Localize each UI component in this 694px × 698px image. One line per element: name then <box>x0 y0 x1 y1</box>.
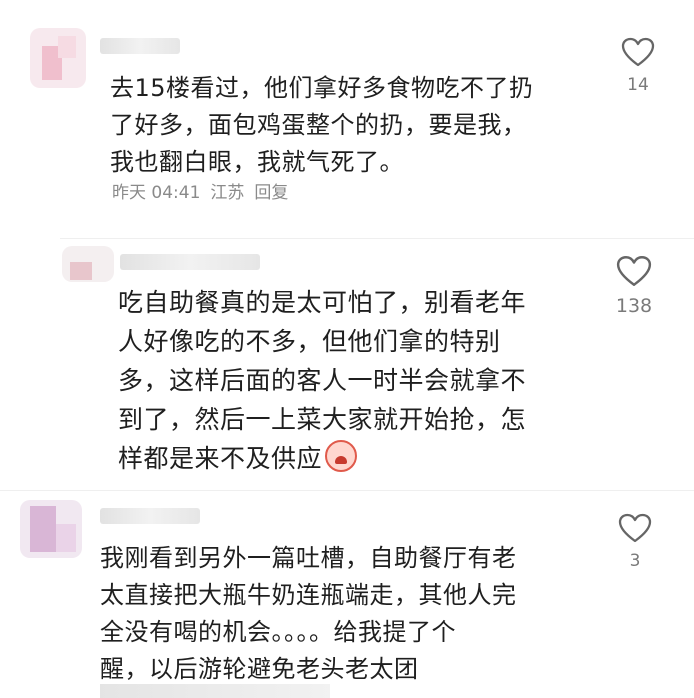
comment-line: 了好多，面包鸡蛋整个的扔，要是我， <box>110 111 527 139</box>
like-count: 14 <box>627 75 649 95</box>
comment-text: 我刚看到另外一篇吐槽，自助餐厅有老 太直接把大瓶牛奶连瓶端走，其他人完 全没有喝… <box>100 540 600 688</box>
comment-location: 江苏 <box>210 183 245 203</box>
like-button[interactable]: 138 <box>604 255 664 317</box>
heart-outline-icon <box>621 37 655 67</box>
heart-outline-icon <box>616 256 652 286</box>
like-count: 3 <box>629 551 641 571</box>
comment-text: 去15楼看过，他们拿好多食物吃不了扔 了好多，面包鸡蛋整个的扔，要是我， 我也翻… <box>110 70 570 181</box>
username-blurred[interactable] <box>100 38 180 54</box>
comment-line: 样都是来不及供应 <box>118 439 588 478</box>
avatar[interactable] <box>30 28 86 88</box>
username-blurred[interactable] <box>100 508 200 524</box>
avatar[interactable] <box>20 500 82 558</box>
comment-meta: 昨天 04:41 江苏 回复 <box>112 178 298 203</box>
comment-line: 多，这样后面的客人一时半会就拿不 <box>118 366 527 395</box>
comment-line: 醒，以后游轮避免老头老太团 <box>100 655 419 683</box>
comment-line: 吃自助餐真的是太可怕了，别看老年 <box>118 288 527 317</box>
comment-line: 我也翻白眼，我就气死了。 <box>110 148 404 176</box>
like-count: 138 <box>615 295 653 317</box>
heart-outline-icon <box>618 513 652 543</box>
avatar[interactable] <box>62 246 114 282</box>
comment-line: 我刚看到另外一篇吐槽，自助餐厅有老 <box>100 544 517 572</box>
comment-line: 全没有喝的机会。。。。给我提了个 <box>100 618 456 646</box>
like-button[interactable]: 3 <box>605 513 665 571</box>
comment-time: 昨天 04:41 <box>112 183 201 203</box>
comment-line: 去15楼看过，他们拿好多食物吃不了扔 <box>110 74 534 102</box>
comment-line: 太直接把大瓶牛奶连瓶端走，其他人完 <box>100 581 517 609</box>
comment-text: 吃自助餐真的是太可怕了，别看老年 人好像吃的不多，但他们拿的特别 多，这样后面的… <box>118 283 588 478</box>
comment-line: 到了，然后一上菜大家就开始抢，怎 <box>118 405 527 434</box>
divider <box>60 238 694 239</box>
comment-item: 吃自助餐真的是太可怕了，别看老年 人好像吃的不多，但他们拿的特别 多，这样后面的… <box>0 240 694 490</box>
like-button[interactable]: 14 <box>608 37 668 95</box>
comment-item: 去15楼看过，他们拿好多食物吃不了扔 了好多，面包鸡蛋整个的扔，要是我， 我也翻… <box>0 0 694 235</box>
comment-item: 我刚看到另外一篇吐槽，自助餐厅有老 太直接把大瓶牛奶连瓶端走，其他人完 全没有喝… <box>0 490 694 694</box>
comment-meta-cutoff <box>100 684 330 698</box>
reply-button[interactable]: 回复 <box>254 183 288 203</box>
crying-face-emoji <box>325 440 358 472</box>
username-blurred[interactable] <box>120 254 260 270</box>
comment-line: 人好像吃的不多，但他们拿的特别 <box>118 327 501 356</box>
